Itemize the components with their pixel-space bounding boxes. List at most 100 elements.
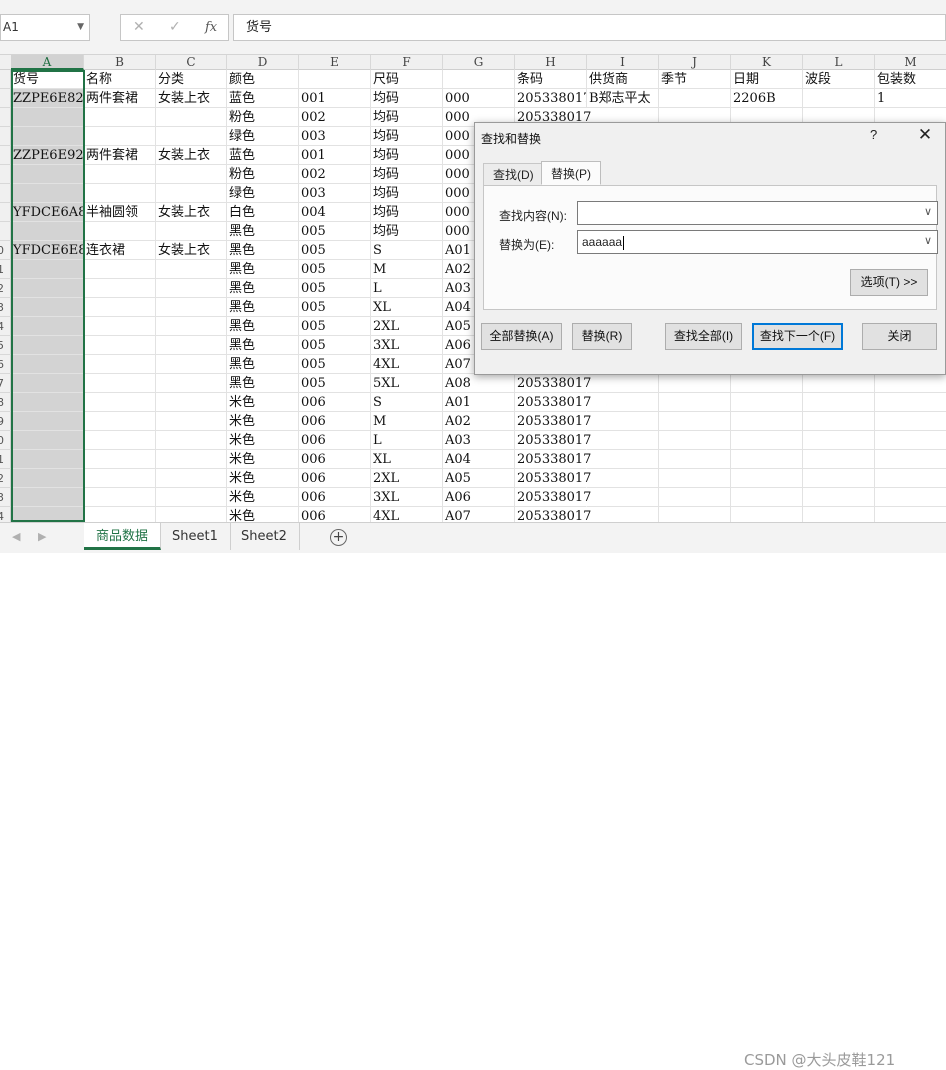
table-cell[interactable]: 供货商: [587, 70, 659, 89]
table-cell[interactable]: [731, 488, 803, 507]
table-cell[interactable]: [156, 488, 227, 507]
table-cell[interactable]: 均码: [371, 165, 443, 184]
table-cell[interactable]: [587, 507, 659, 522]
table-cell[interactable]: [84, 393, 156, 412]
table-cell[interactable]: 2053380170: [515, 89, 587, 108]
table-cell[interactable]: 均码: [371, 184, 443, 203]
table-cell[interactable]: [803, 450, 875, 469]
table-cell[interactable]: 004: [299, 203, 371, 222]
row-header[interactable]: 1: [0, 260, 11, 279]
table-cell[interactable]: [731, 450, 803, 469]
table-cell[interactable]: [11, 317, 84, 336]
table-cell[interactable]: 米色: [227, 412, 299, 431]
table-cell[interactable]: A07: [443, 507, 515, 522]
table-cell[interactable]: 005: [299, 317, 371, 336]
table-cell[interactable]: 黑色: [227, 222, 299, 241]
table-cell[interactable]: 006: [299, 450, 371, 469]
row-header[interactable]: 5: [0, 336, 11, 355]
table-cell[interactable]: [11, 298, 84, 317]
row-header[interactable]: 4: [0, 317, 11, 336]
table-cell[interactable]: [156, 469, 227, 488]
table-cell[interactable]: 女装上衣: [156, 203, 227, 222]
table-cell[interactable]: [803, 469, 875, 488]
row-header[interactable]: 2: [0, 279, 11, 298]
name-box[interactable]: A1 ▼: [0, 14, 90, 41]
table-cell[interactable]: 003: [299, 127, 371, 146]
table-cell[interactable]: [84, 165, 156, 184]
column-header[interactable]: L: [803, 55, 875, 70]
table-cell[interactable]: 1: [875, 89, 946, 108]
table-cell[interactable]: [156, 507, 227, 522]
table-cell[interactable]: 205338017: [515, 450, 591, 469]
table-cell[interactable]: [11, 488, 84, 507]
row-header[interactable]: [0, 89, 11, 108]
help-icon[interactable]: ?: [870, 127, 877, 142]
column-header[interactable]: J: [659, 55, 731, 70]
table-cell[interactable]: [156, 184, 227, 203]
row-header[interactable]: 3: [0, 298, 11, 317]
table-cell[interactable]: 米色: [227, 469, 299, 488]
table-cell[interactable]: 006: [299, 393, 371, 412]
table-cell[interactable]: 2XL: [371, 317, 443, 336]
column-header[interactable]: G: [443, 55, 515, 70]
chevron-down-icon[interactable]: ∨: [919, 231, 937, 253]
table-cell[interactable]: 黑色: [227, 355, 299, 374]
table-cell[interactable]: 005: [299, 336, 371, 355]
table-cell[interactable]: 006: [299, 507, 371, 522]
row-header[interactable]: 9: [0, 412, 11, 431]
table-cell[interactable]: 005: [299, 279, 371, 298]
table-cell[interactable]: 006: [299, 431, 371, 450]
row-header[interactable]: 6: [0, 355, 11, 374]
table-cell[interactable]: 米色: [227, 488, 299, 507]
table-cell[interactable]: [803, 431, 875, 450]
table-cell[interactable]: 205338017: [515, 469, 591, 488]
table-cell[interactable]: [84, 450, 156, 469]
table-cell[interactable]: [11, 184, 84, 203]
table-cell[interactable]: [11, 393, 84, 412]
table-cell[interactable]: [731, 469, 803, 488]
table-cell[interactable]: [587, 450, 659, 469]
table-cell[interactable]: [587, 374, 659, 393]
table-cell[interactable]: [875, 431, 946, 450]
table-cell[interactable]: 连衣裙: [84, 241, 156, 260]
table-cell[interactable]: 205338017: [515, 393, 591, 412]
row-header[interactable]: [0, 127, 11, 146]
cancel-icon[interactable]: ✕: [133, 19, 145, 35]
table-cell[interactable]: 条码: [515, 70, 587, 89]
table-cell[interactable]: [156, 317, 227, 336]
close-icon[interactable]: ✕: [915, 125, 935, 145]
table-cell[interactable]: [84, 108, 156, 127]
table-cell[interactable]: [156, 260, 227, 279]
table-cell[interactable]: [84, 222, 156, 241]
column-header[interactable]: M: [875, 55, 946, 70]
row-header[interactable]: 1: [0, 450, 11, 469]
table-cell[interactable]: 波段: [803, 70, 875, 89]
table-cell[interactable]: [875, 488, 946, 507]
table-cell[interactable]: A08: [443, 374, 515, 393]
table-cell[interactable]: [84, 355, 156, 374]
row-header[interactable]: 3: [0, 488, 11, 507]
table-cell[interactable]: [659, 431, 731, 450]
table-cell[interactable]: 绿色: [227, 184, 299, 203]
table-cell[interactable]: 2206B: [731, 89, 803, 108]
table-cell[interactable]: XL: [371, 298, 443, 317]
table-cell[interactable]: 黑色: [227, 298, 299, 317]
table-cell[interactable]: [875, 450, 946, 469]
table-cell[interactable]: [11, 165, 84, 184]
table-cell[interactable]: A03: [443, 431, 515, 450]
table-cell[interactable]: [659, 393, 731, 412]
table-cell[interactable]: [11, 260, 84, 279]
table-cell[interactable]: [11, 507, 84, 522]
table-cell[interactable]: [156, 298, 227, 317]
table-cell[interactable]: 006: [299, 488, 371, 507]
table-cell[interactable]: [11, 374, 84, 393]
find-next-button[interactable]: 查找下一个(F): [752, 323, 843, 350]
table-cell[interactable]: [156, 127, 227, 146]
table-cell[interactable]: 205338017: [515, 507, 591, 522]
table-cell[interactable]: 005: [299, 355, 371, 374]
table-cell[interactable]: [156, 431, 227, 450]
table-cell[interactable]: [803, 412, 875, 431]
insert-function-icon[interactable]: fx: [205, 20, 217, 35]
table-cell[interactable]: [587, 393, 659, 412]
table-cell[interactable]: S: [371, 241, 443, 260]
